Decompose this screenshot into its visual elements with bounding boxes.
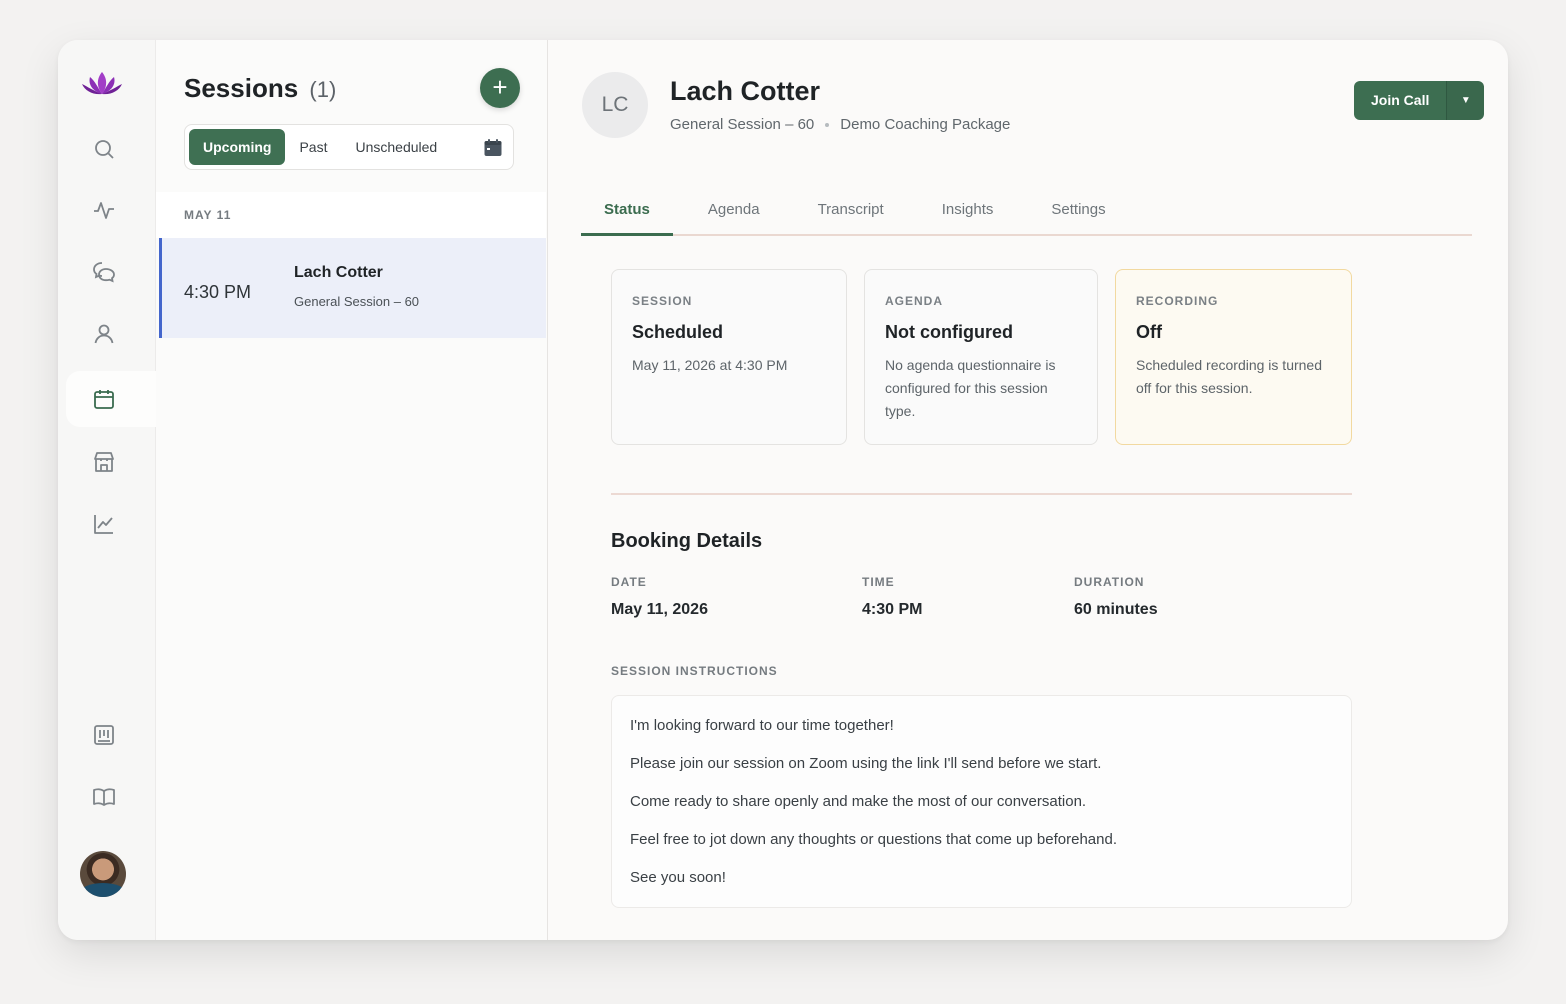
board-icon[interactable]	[66, 707, 142, 763]
session-status-card: SESSION Scheduled May 11, 2026 at 4:30 P…	[611, 269, 847, 445]
session-detail: LC Lach Cotter General Session – 60 Demo…	[548, 40, 1508, 940]
add-session-button[interactable]: +	[480, 68, 520, 108]
card-label: SESSION	[632, 294, 693, 308]
field-label: DATE	[611, 575, 647, 589]
field-value: 60 minutes	[1074, 601, 1158, 618]
meta-separator	[825, 122, 830, 127]
client-initials-avatar: LC	[582, 72, 648, 138]
booking-date: DATE May 11, 2026	[611, 575, 708, 619]
join-call-group: Join Call ▼	[1354, 81, 1485, 120]
chart-icon[interactable]	[66, 496, 142, 552]
filter-unscheduled[interactable]: Unscheduled	[341, 129, 451, 165]
tab-settings[interactable]: Settings	[1028, 190, 1128, 234]
session-time: 4:30 PM	[184, 282, 252, 302]
activity-icon[interactable]	[66, 182, 142, 238]
session-filter: Upcoming Past Unscheduled	[184, 124, 514, 170]
session-instructions-label: SESSION INSTRUCTIONS	[611, 664, 778, 678]
sessions-title-text: Sessions	[184, 73, 299, 103]
join-call-button[interactable]: Join Call	[1354, 81, 1447, 120]
sessions-panel: Sessions (1) + Upcoming Past Unscheduled…	[156, 40, 548, 940]
card-label: AGENDA	[885, 294, 944, 308]
session-type: General Session – 60	[294, 294, 420, 309]
client-package: Demo Coaching Package	[840, 116, 1011, 133]
filter-past[interactable]: Past	[285, 129, 341, 165]
person-icon[interactable]	[66, 306, 142, 362]
chevron-down-icon[interactable]: ▼	[1446, 81, 1485, 120]
field-label: TIME	[862, 575, 895, 589]
agenda-status-card: AGENDA Not configured No agenda question…	[864, 269, 1098, 445]
tab-agenda[interactable]: Agenda	[685, 190, 783, 234]
instruction-line: Please join our session on Zoom using th…	[630, 755, 1102, 772]
search-icon[interactable]	[66, 121, 142, 177]
store-icon[interactable]	[66, 434, 142, 490]
session-list-item[interactable]: 4:30 PM Lach Cotter General Session – 60	[159, 238, 546, 338]
calendar-icon[interactable]	[66, 371, 156, 427]
field-value: 4:30 PM	[862, 601, 923, 618]
card-title: Scheduled	[632, 322, 724, 342]
field-label: DURATION	[1074, 575, 1145, 589]
card-body: May 11, 2026 at 4:30 PM	[632, 357, 788, 373]
detail-tabs: Status Agenda Transcript Insights Settin…	[581, 190, 1472, 236]
card-title: Not configured	[885, 322, 1013, 342]
user-avatar[interactable]	[80, 851, 126, 897]
booking-duration: DURATION 60 minutes	[1074, 575, 1158, 619]
sessions-title: Sessions (1)	[184, 73, 336, 104]
instruction-line: See you soon!	[630, 869, 726, 886]
card-body: No agenda questionnaire is configured fo…	[885, 357, 1056, 419]
card-title: Off	[1136, 322, 1162, 342]
client-session-type: General Session – 60	[670, 116, 815, 133]
calendar-view-icon[interactable]	[483, 138, 503, 158]
instruction-line: Come ready to share openly and make the …	[630, 793, 1087, 810]
date-group-header: MAY 11	[156, 192, 546, 238]
tab-insights[interactable]: Insights	[919, 190, 1017, 234]
tab-transcript[interactable]: Transcript	[795, 190, 907, 234]
book-icon[interactable]	[66, 769, 142, 825]
card-body: Scheduled recording is turned off for th…	[1136, 357, 1323, 396]
section-divider	[611, 493, 1352, 495]
session-instructions-box: I'm looking forward to our time together…	[611, 695, 1352, 908]
sessions-count: (1)	[309, 77, 337, 102]
field-value: May 11, 2026	[611, 601, 708, 618]
client-meta: General Session – 60 Demo Coaching Packa…	[670, 116, 1010, 133]
tab-status[interactable]: Status	[581, 190, 673, 236]
session-client-name: Lach Cotter	[294, 264, 383, 281]
instruction-line: I'm looking forward to our time together…	[630, 717, 894, 734]
lotus-logo-icon[interactable]	[80, 68, 124, 100]
icon-rail	[58, 40, 156, 940]
app-window: Sessions (1) + Upcoming Past Unscheduled…	[58, 40, 1508, 940]
booking-details-title: Booking Details	[611, 530, 763, 552]
filter-upcoming[interactable]: Upcoming	[189, 129, 286, 165]
client-name: Lach Cotter	[670, 76, 821, 106]
card-label: RECORDING	[1136, 294, 1219, 308]
recording-status-card: RECORDING Off Scheduled recording is tur…	[1115, 269, 1352, 445]
chat-icon[interactable]	[66, 244, 142, 300]
booking-time: TIME 4:30 PM	[862, 575, 922, 619]
instruction-line: Feel free to jot down any thoughts or qu…	[630, 831, 1117, 848]
